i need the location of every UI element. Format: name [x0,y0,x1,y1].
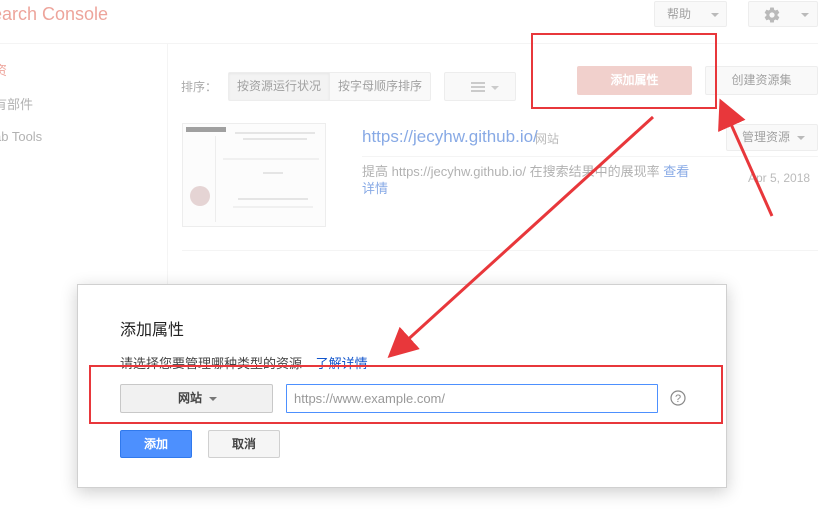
annotation-arrow [718,98,774,217]
annotation-arrows [387,98,774,359]
annotation-arrow [387,115,655,359]
